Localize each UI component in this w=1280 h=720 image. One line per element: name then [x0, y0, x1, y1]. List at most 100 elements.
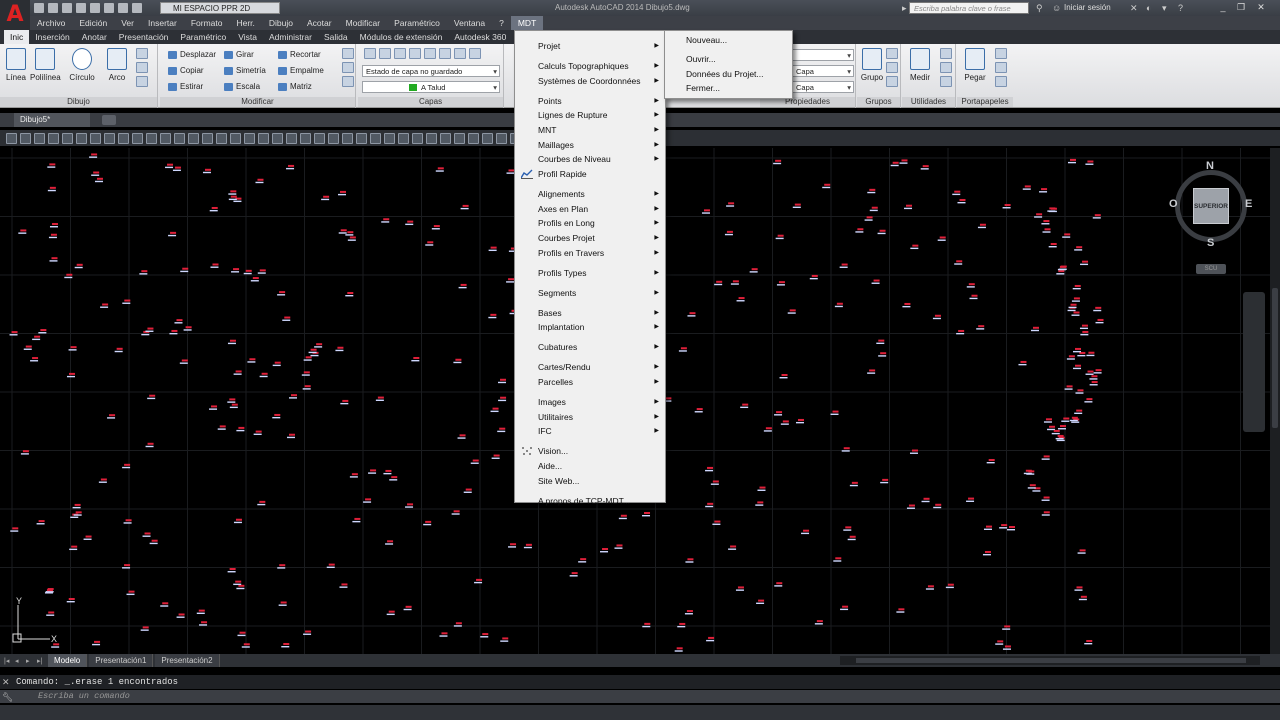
- survey-point[interactable]: [64, 273, 73, 279]
- survey-point[interactable]: [877, 229, 886, 235]
- survey-point[interactable]: [89, 153, 98, 158]
- survey-point[interactable]: [1064, 385, 1073, 390]
- survey-point[interactable]: [145, 327, 154, 332]
- survey-point[interactable]: [1056, 270, 1065, 275]
- menubar-item[interactable]: Formato: [184, 16, 230, 30]
- survey-point[interactable]: [508, 543, 517, 548]
- survey-point[interactable]: [910, 244, 919, 250]
- tool-arco[interactable]: Arco: [102, 48, 132, 82]
- survey-point[interactable]: [710, 480, 719, 485]
- survey-point[interactable]: [375, 396, 384, 401]
- tool-estirar[interactable]: Estirar: [168, 81, 203, 93]
- survey-point[interactable]: [956, 329, 965, 335]
- survey-point[interactable]: [763, 427, 772, 432]
- menubar-item[interactable]: Insertar: [141, 16, 184, 30]
- view-tool-icon[interactable]: [342, 132, 353, 144]
- survey-point[interactable]: [982, 550, 991, 556]
- survey-point[interactable]: [210, 263, 219, 268]
- view-tool-icon[interactable]: [272, 132, 283, 144]
- survey-point[interactable]: [1042, 228, 1051, 233]
- survey-point[interactable]: [1093, 306, 1102, 312]
- survey-point[interactable]: [114, 347, 123, 353]
- survey-point[interactable]: [814, 620, 823, 625]
- compass-south[interactable]: S: [1207, 237, 1214, 249]
- survey-point[interactable]: [18, 229, 27, 234]
- survey-point[interactable]: [338, 229, 347, 234]
- survey-point[interactable]: [233, 370, 242, 375]
- view-tool-icon[interactable]: [300, 132, 311, 144]
- survey-point[interactable]: [774, 411, 783, 416]
- menubar-item[interactable]: Ventana: [447, 16, 492, 30]
- survey-point[interactable]: [488, 246, 497, 252]
- survey-point[interactable]: [277, 291, 286, 296]
- survey-point[interactable]: [878, 352, 887, 357]
- mdt-menu-item[interactable]: Lignes de Rupture ▶: [538, 108, 665, 122]
- survey-point[interactable]: [308, 348, 317, 354]
- survey-point[interactable]: [231, 268, 240, 273]
- survey-point[interactable]: [871, 279, 880, 284]
- survey-point[interactable]: [952, 190, 961, 196]
- survey-point[interactable]: [368, 469, 377, 474]
- survey-point[interactable]: [1077, 549, 1086, 554]
- survey-point[interactable]: [957, 198, 966, 204]
- tool-empalme[interactable]: Empalme: [278, 65, 324, 77]
- survey-point[interactable]: [1051, 429, 1060, 435]
- survey-point[interactable]: [202, 168, 211, 174]
- survey-point[interactable]: [839, 263, 848, 268]
- tool-grupo[interactable]: Grupo: [857, 48, 887, 82]
- search-input[interactable]: Escriba palabra clave o frase: [909, 2, 1029, 14]
- survey-point[interactable]: [349, 473, 358, 478]
- tab-presentacion1[interactable]: Presentación1: [89, 654, 154, 667]
- survey-point[interactable]: [277, 564, 286, 569]
- hatch-icon[interactable]: [136, 76, 148, 87]
- mdt-menu-item[interactable]: Courbes de Niveau ▶: [538, 152, 665, 166]
- survey-point[interactable]: [1041, 220, 1050, 225]
- survey-point[interactable]: [491, 454, 500, 459]
- view-tool-icon[interactable]: [496, 132, 507, 144]
- sign-in-button[interactable]: Iniciar sesión: [1064, 3, 1111, 12]
- menubar-item[interactable]: Archivo: [30, 16, 72, 30]
- tool-circulo[interactable]: Círculo: [67, 48, 97, 82]
- help-icon[interactable]: ?: [1178, 3, 1183, 13]
- survey-point[interactable]: [833, 557, 842, 562]
- view-tool-icon[interactable]: [104, 132, 115, 144]
- survey-point[interactable]: [497, 427, 506, 433]
- survey-point[interactable]: [250, 277, 259, 282]
- menubar-item[interactable]: Acotar: [300, 16, 339, 30]
- survey-point[interactable]: [705, 466, 714, 472]
- mdt-menu-item[interactable]: Courbes Projet ▶: [538, 231, 665, 245]
- mdt-menu-item[interactable]: Site Web...: [538, 474, 665, 488]
- copy-icon[interactable]: [995, 62, 1007, 73]
- survey-point[interactable]: [822, 183, 831, 189]
- redo-icon[interactable]: [118, 3, 128, 13]
- next-tab-arrow-icon[interactable]: ▸: [26, 657, 35, 665]
- ribbon-tab[interactable]: Salida: [318, 30, 354, 44]
- survey-point[interactable]: [867, 188, 876, 194]
- survey-point[interactable]: [179, 359, 188, 364]
- navigation-bar[interactable]: [1243, 292, 1265, 432]
- survey-point[interactable]: [70, 513, 79, 519]
- survey-point[interactable]: [228, 190, 237, 195]
- survey-point[interactable]: [259, 372, 268, 378]
- survey-point[interactable]: [1085, 370, 1094, 375]
- mdt-menu-item[interactable]: Implantation ▶: [538, 320, 665, 334]
- survey-point[interactable]: [123, 519, 132, 524]
- survey-point[interactable]: [1027, 484, 1036, 489]
- survey-point[interactable]: [792, 203, 801, 209]
- survey-point[interactable]: [523, 543, 532, 549]
- linetype-dropdown[interactable]: Capa: [792, 65, 854, 77]
- survey-point[interactable]: [243, 269, 252, 275]
- survey-point[interactable]: [642, 511, 651, 517]
- survey-point[interactable]: [23, 345, 32, 350]
- view-tool-icon[interactable]: [6, 132, 17, 144]
- file-tab-dibujo5[interactable]: Dibujo5*: [14, 113, 90, 127]
- survey-point[interactable]: [1071, 311, 1080, 316]
- survey-point[interactable]: [701, 209, 710, 214]
- survey-point[interactable]: [869, 206, 878, 212]
- survey-point[interactable]: [685, 558, 694, 563]
- survey-point[interactable]: [47, 186, 56, 192]
- survey-point[interactable]: [876, 339, 885, 345]
- survey-point[interactable]: [1089, 381, 1098, 386]
- survey-point[interactable]: [578, 558, 587, 563]
- survey-point[interactable]: [1039, 188, 1048, 193]
